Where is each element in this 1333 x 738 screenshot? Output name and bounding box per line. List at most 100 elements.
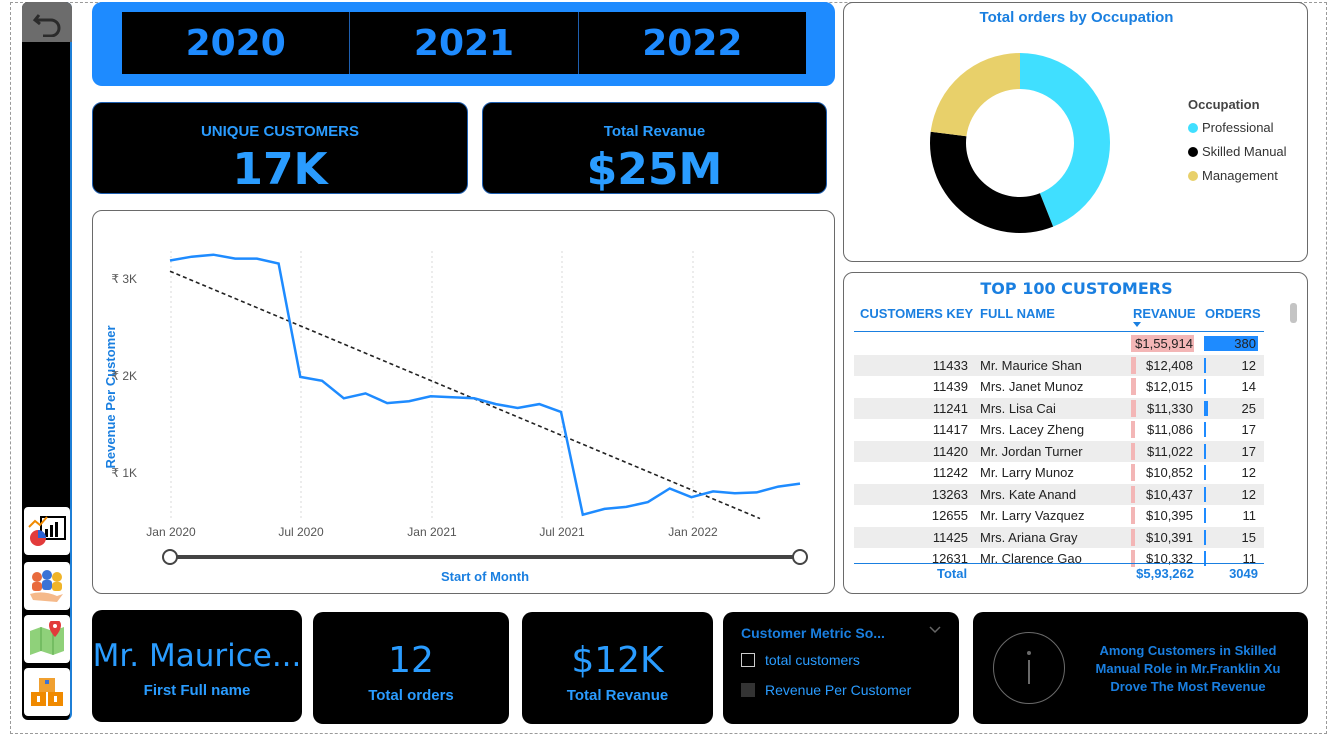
header-divider bbox=[854, 331, 1264, 332]
column-header-revenue[interactable]: REVANUE bbox=[1133, 306, 1196, 321]
revenue-cell: $1,55,914 bbox=[1135, 336, 1193, 351]
chevron-down-icon[interactable] bbox=[929, 624, 941, 638]
customer-key-cell: 11439 bbox=[932, 379, 968, 394]
first-name-value: Mr. Maurice... bbox=[92, 638, 302, 674]
slicer-option-label: Revenue Per Customer bbox=[765, 682, 912, 698]
legend-dot bbox=[1188, 146, 1198, 157]
legend-title: Occupation bbox=[1188, 97, 1260, 112]
table-row[interactable]: 11241 Mrs. Lisa Cai $11,330 25 bbox=[854, 397, 1264, 419]
year-button-2020[interactable]: 2020 bbox=[122, 12, 351, 74]
orders-cell: 380 bbox=[1234, 336, 1256, 351]
nav-customers-button[interactable] bbox=[24, 562, 70, 610]
customers-icon bbox=[30, 570, 63, 602]
checkbox[interactable] bbox=[741, 653, 755, 667]
donut-slice-management[interactable] bbox=[930, 53, 1020, 137]
back-button[interactable] bbox=[22, 2, 72, 42]
orders-cell: 17 bbox=[1241, 443, 1256, 459]
year-slicer-panel: 2020 2021 2022 bbox=[92, 2, 835, 86]
legend-item-management[interactable]: Management bbox=[1188, 168, 1287, 183]
revenue-cell: $10,395 bbox=[1146, 508, 1193, 523]
back-arrow-icon bbox=[32, 14, 61, 37]
donut-slice-skilled-manual[interactable] bbox=[930, 131, 1054, 233]
nav-map-button[interactable] bbox=[24, 615, 70, 663]
full-name-cell: Mrs. Janet Munoz bbox=[980, 379, 1084, 394]
slicer-option-label: total customers bbox=[765, 652, 860, 668]
insight-text: Among Customers in Skilled Manual Role i… bbox=[1095, 643, 1281, 694]
trend-line bbox=[169, 270, 761, 520]
x-tick-label: Jan 2020 bbox=[146, 525, 196, 539]
occupation-chart-title: Total orders by Occupation bbox=[979, 9, 1174, 26]
year-button-2021[interactable]: 2021 bbox=[350, 12, 579, 74]
revenue-series-line[interactable] bbox=[169, 253, 801, 517]
table-row[interactable]: 11425 Mrs. Ariana Gray $10,391 15 bbox=[854, 526, 1264, 548]
total-revenue-card: Total Revanue $25M bbox=[482, 102, 827, 194]
navigation-rail bbox=[22, 2, 72, 720]
info-icon bbox=[993, 632, 1065, 704]
revenue-cell: $12,408 bbox=[1146, 357, 1193, 373]
slicer-option-revenue-per-customer[interactable]: Revenue Per Customer bbox=[741, 682, 911, 698]
date-range-end-handle[interactable] bbox=[792, 549, 808, 565]
revenue-cell: $10,391 bbox=[1146, 529, 1193, 545]
y-tick-label: ₹ 2K bbox=[111, 369, 137, 383]
legend-item-professional[interactable]: Professional bbox=[1188, 120, 1287, 135]
slicer-title: Customer Metric So... bbox=[741, 625, 885, 641]
occupation-legend: Occupation Professional Skilled Manual M… bbox=[1188, 97, 1287, 192]
table-title: TOP 100 CUSTOMERS bbox=[980, 279, 1173, 298]
legend-label: Professional bbox=[1202, 120, 1274, 135]
revenue-per-customer-chart: Revenue Per Customer ₹ 3K ₹ 2K ₹ 1K Jan … bbox=[92, 210, 835, 594]
legend-dot bbox=[1188, 122, 1198, 133]
year-button-2022[interactable]: 2022 bbox=[579, 12, 806, 74]
table-row[interactable]: $1,55,914 380 bbox=[854, 333, 1264, 355]
unique-customers-card: UNIQUE CUSTOMERS 17K bbox=[92, 102, 468, 194]
customer-key-cell: 11420 bbox=[932, 443, 968, 459]
nav-dashboard-button[interactable] bbox=[24, 507, 70, 555]
column-header-full-name[interactable]: FULL NAME bbox=[980, 306, 1055, 321]
table-row[interactable]: 13263 Mrs. Kate Anand $10,437 12 bbox=[854, 483, 1264, 505]
table-row[interactable]: 11439 Mrs. Janet Munoz $12,015 14 bbox=[854, 376, 1264, 398]
insight-card: Among Customers in Skilled Manual Role i… bbox=[973, 612, 1308, 724]
total-revenue-label: Total Revanue bbox=[603, 123, 706, 140]
orders-cell: 12 bbox=[1241, 486, 1256, 502]
table-row[interactable]: 11420 Mr. Jordan Turner $11,022 17 bbox=[854, 440, 1264, 462]
occupation-donut bbox=[930, 53, 1110, 233]
unique-customers-value: 17K bbox=[232, 144, 328, 195]
table-row[interactable]: 11433 Mr. Maurice Shan $12,408 12 bbox=[854, 354, 1264, 376]
customer-key-cell: 11241 bbox=[932, 400, 968, 416]
customer-key-cell: 13263 bbox=[931, 486, 968, 502]
total-orders-cell: 3049 bbox=[1229, 566, 1258, 581]
legend-label: Management bbox=[1202, 168, 1278, 183]
y-axis-label: Revenue Per Customer bbox=[103, 325, 118, 468]
legend-dot bbox=[1188, 170, 1198, 181]
table-row[interactable]: 11242 Mr. Larry Munoz $10,852 12 bbox=[854, 462, 1264, 484]
orders-cell: 15 bbox=[1241, 529, 1256, 545]
table-scrollbar[interactable] bbox=[1290, 303, 1297, 323]
full-name-cell: Mr. Jordan Turner bbox=[980, 443, 1083, 459]
chart-report-icon bbox=[28, 516, 66, 546]
x-tick-label: Jan 2021 bbox=[407, 525, 457, 539]
unique-customers-label: UNIQUE CUSTOMERS bbox=[200, 123, 360, 140]
date-range-start-handle[interactable] bbox=[162, 549, 178, 565]
full-name-cell: Mrs. Kate Anand bbox=[980, 486, 1077, 502]
occupation-chart-card: Total orders by Occupation Occupation Pr… bbox=[843, 2, 1308, 262]
column-header-customer-key[interactable]: CUSTOMERS KEY bbox=[860, 306, 973, 321]
table-row[interactable]: 11417 Mrs. Lacey Zheng $11,086 17 bbox=[854, 419, 1264, 441]
orders-cell: 25 bbox=[1241, 400, 1256, 416]
slicer-option-total-customers[interactable]: total customers bbox=[741, 652, 860, 668]
customer-metric-slicer: Customer Metric So... total customers Re… bbox=[723, 612, 959, 724]
x-tick-label: Jan 2022 bbox=[668, 525, 718, 539]
y-tick-label: ₹ 1K bbox=[111, 466, 137, 480]
column-header-orders[interactable]: ORDERS bbox=[1205, 306, 1261, 321]
card-total-revenue: $12K Total Revanue bbox=[522, 612, 713, 724]
orders-cell: 12 bbox=[1241, 357, 1256, 373]
revenue-cell: $11,330 bbox=[1146, 400, 1193, 416]
map-location-icon bbox=[30, 621, 64, 655]
nav-products-button[interactable] bbox=[24, 668, 70, 716]
customer-key-cell: 11433 bbox=[932, 357, 968, 373]
legend-item-skilled-manual[interactable]: Skilled Manual bbox=[1188, 144, 1287, 159]
table-row[interactable]: 12655 Mr. Larry Vazquez $10,395 11 bbox=[854, 505, 1264, 527]
customer-key-cell: 12655 bbox=[931, 508, 968, 523]
full-name-cell: Mrs. Lacey Zheng bbox=[980, 422, 1085, 437]
checkbox[interactable] bbox=[741, 683, 755, 697]
total-orders-card: 12 Total orders bbox=[313, 612, 509, 724]
sort-desc-icon bbox=[1133, 322, 1141, 327]
